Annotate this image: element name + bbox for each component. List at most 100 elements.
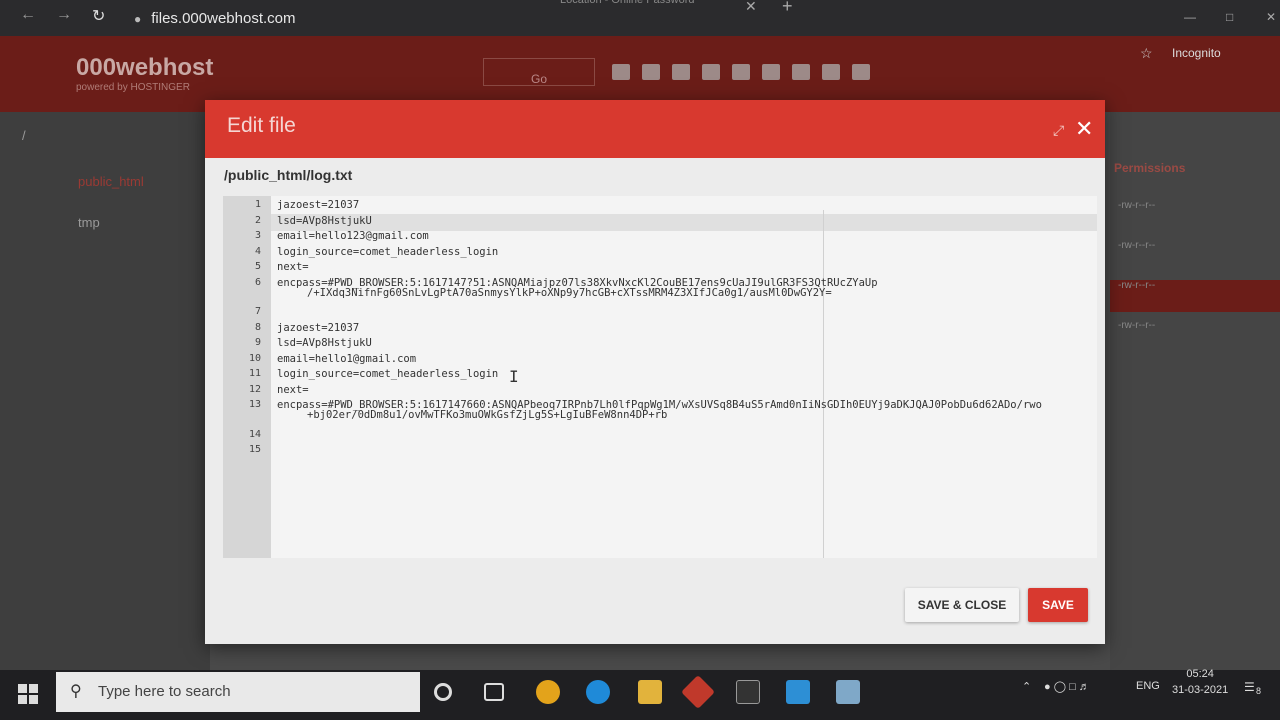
tray-chevron-icon[interactable]: ⌃ (1022, 680, 1031, 693)
code-line: email=hello1@gmail.com (277, 352, 417, 365)
windows-start-icon[interactable] (18, 684, 38, 704)
tab-close-icon[interactable]: ✕ (745, 0, 757, 15)
active-line-highlight (271, 214, 1097, 231)
chrome-icon[interactable] (536, 680, 560, 704)
pencil-icon[interactable] (792, 64, 810, 80)
logo-subtitle: powered by HOSTINGER (76, 82, 190, 93)
fullscreen-icon[interactable]: ⤢ (1053, 122, 1064, 139)
forward-icon[interactable]: → (56, 6, 72, 24)
window-close-icon[interactable]: ✕ (1266, 10, 1276, 24)
edit-icon[interactable] (702, 64, 720, 80)
code-line-wrap: +bj02er/0dDm8u1/ovMwTFKo3muOWkGsfZjLg5S+… (307, 409, 668, 421)
line-number: 3 (254, 230, 261, 241)
file-icon[interactable] (672, 64, 690, 80)
code-line: login_source=comet_headerless_login (277, 368, 499, 380)
line-number: 4 (254, 245, 261, 257)
brand-logo: 000webhost powered by HOSTINGER (76, 54, 213, 93)
line-number: 13 (248, 399, 261, 410)
perm-row: -rw-r--r-- (1118, 240, 1156, 251)
tree-tmp[interactable]: tmp (78, 215, 100, 230)
line-number: 6 (254, 276, 261, 288)
tray-icons[interactable]: ● ◯ □ ♬ (1044, 680, 1090, 693)
code-editor[interactable]: 1 jazoest=21037 2 lsd=AVp8HstjukU 3 email=hel… (223, 196, 1097, 558)
lock-icon: ● (134, 12, 142, 26)
line-number: 5 (254, 261, 261, 272)
line-number: 8 (254, 321, 261, 333)
text-cursor-icon: I (509, 367, 519, 386)
file-path: /public_html/log.txt (224, 167, 353, 183)
code-line: lsd=AVp8HstjukU (277, 337, 372, 349)
permissions-column: Permissions -rw-r--r-- -rw-r--r-- -rw-r-… (1110, 112, 1280, 670)
taskbar: ⚲ Type here to search ⌃ ● ◯ □ ♬ ENG 05:2… (0, 668, 1280, 720)
incognito-badge: Incognito (1172, 46, 1221, 60)
logo-text: 000webhost (76, 54, 214, 81)
reload-icon[interactable]: ↻ (92, 6, 105, 26)
move-icon[interactable] (732, 64, 750, 80)
folder-tree: / public_html tmp (0, 112, 210, 670)
go-button[interactable]: Go (483, 58, 595, 86)
cortana-icon[interactable] (434, 683, 452, 701)
line-number: 12 (248, 383, 261, 395)
clock[interactable]: 05:24 31-03-2021 (1172, 666, 1228, 698)
edit-file-dialog: Edit file ⤢ ✕ /public_html/log.txt 1 jazo… (205, 100, 1105, 644)
file-explorer-icon[interactable] (638, 680, 662, 704)
minimize-icon[interactable]: — (1184, 10, 1196, 24)
folder-icon[interactable] (612, 64, 630, 80)
perm-row: -rw-r--r-- (1118, 320, 1156, 331)
notification-icon[interactable]: ☰ (1244, 680, 1255, 694)
perm-row: -rw-r--r-- (1110, 280, 1280, 312)
perm-row: -rw-r--r-- (1118, 200, 1156, 211)
rename-icon[interactable] (762, 64, 780, 80)
line-number: 15 (248, 444, 261, 455)
bookmark-star-icon[interactable]: ☆ (1140, 45, 1153, 62)
code-line: jazoest=21037 (277, 199, 360, 211)
code-line: email=hello123@gmail.com (277, 230, 429, 242)
code-line: jazoest=21037 (277, 321, 360, 334)
dialog-title: Edit file (227, 114, 296, 137)
line-number: 7 (254, 306, 261, 317)
restore-icon[interactable]: □ (1226, 10, 1233, 24)
terminal-icon[interactable] (736, 680, 760, 704)
code-line: lsd=AVp8HstjukU (277, 214, 372, 227)
code-line: next= (277, 383, 309, 396)
clock-time: 05:24 (1186, 668, 1214, 680)
tab-title[interactable]: Location - Online Password (560, 0, 760, 8)
line-number: 10 (248, 352, 261, 364)
save-button[interactable]: SAVE (1028, 588, 1088, 622)
clock-date: 31-03-2021 (1172, 684, 1229, 696)
line-number: 11 (248, 368, 261, 379)
line-number: 1 (254, 199, 261, 210)
archive-icon[interactable] (852, 64, 870, 80)
code-line: next= (277, 261, 309, 273)
back-icon[interactable]: ← (20, 6, 36, 24)
browser-toolbar: ← → ↻ ● files.000webhost.com Location - O… (0, 0, 1280, 36)
line-number: 2 (254, 214, 261, 226)
url-text: files.000webhost.com (151, 10, 296, 27)
lock-icon[interactable] (822, 64, 840, 80)
address-bar[interactable]: ● files.000webhost.com (128, 6, 988, 32)
task-view-icon[interactable] (484, 683, 504, 701)
save-and-close-button[interactable]: SAVE & CLOSE (905, 588, 1019, 622)
edge-icon[interactable] (586, 680, 610, 704)
search-placeholder: Type here to search (98, 683, 231, 700)
line-number: 9 (254, 337, 261, 348)
code-line: login_source=comet_headerless_login (277, 245, 499, 258)
language-indicator[interactable]: ENG (1136, 680, 1160, 692)
code-line-wrap: /+IXdq3NifnFg60SnLvLgPtA70aSnmysYlkP+oXN… (307, 286, 832, 299)
print-margin (823, 210, 824, 558)
permissions-header: Permissions (1114, 161, 1186, 175)
vscode-icon[interactable] (786, 680, 810, 704)
tree-public-html[interactable]: public_html (78, 174, 144, 189)
upload-icon[interactable] (642, 64, 660, 80)
close-icon[interactable]: ✕ (1075, 116, 1093, 142)
taskbar-search-input[interactable]: ⚲ Type here to search (56, 672, 420, 712)
toolbar-icons (612, 64, 882, 85)
notification-count: 8 (1256, 686, 1262, 696)
search-icon: ⚲ (70, 683, 82, 700)
new-tab-icon[interactable]: + (782, 0, 793, 17)
dialog-header: Edit file ⤢ ✕ (205, 100, 1105, 158)
line-number: 14 (248, 428, 261, 440)
git-icon[interactable] (681, 675, 715, 709)
app-icon[interactable] (836, 680, 860, 704)
tree-root[interactable]: / (22, 128, 26, 143)
